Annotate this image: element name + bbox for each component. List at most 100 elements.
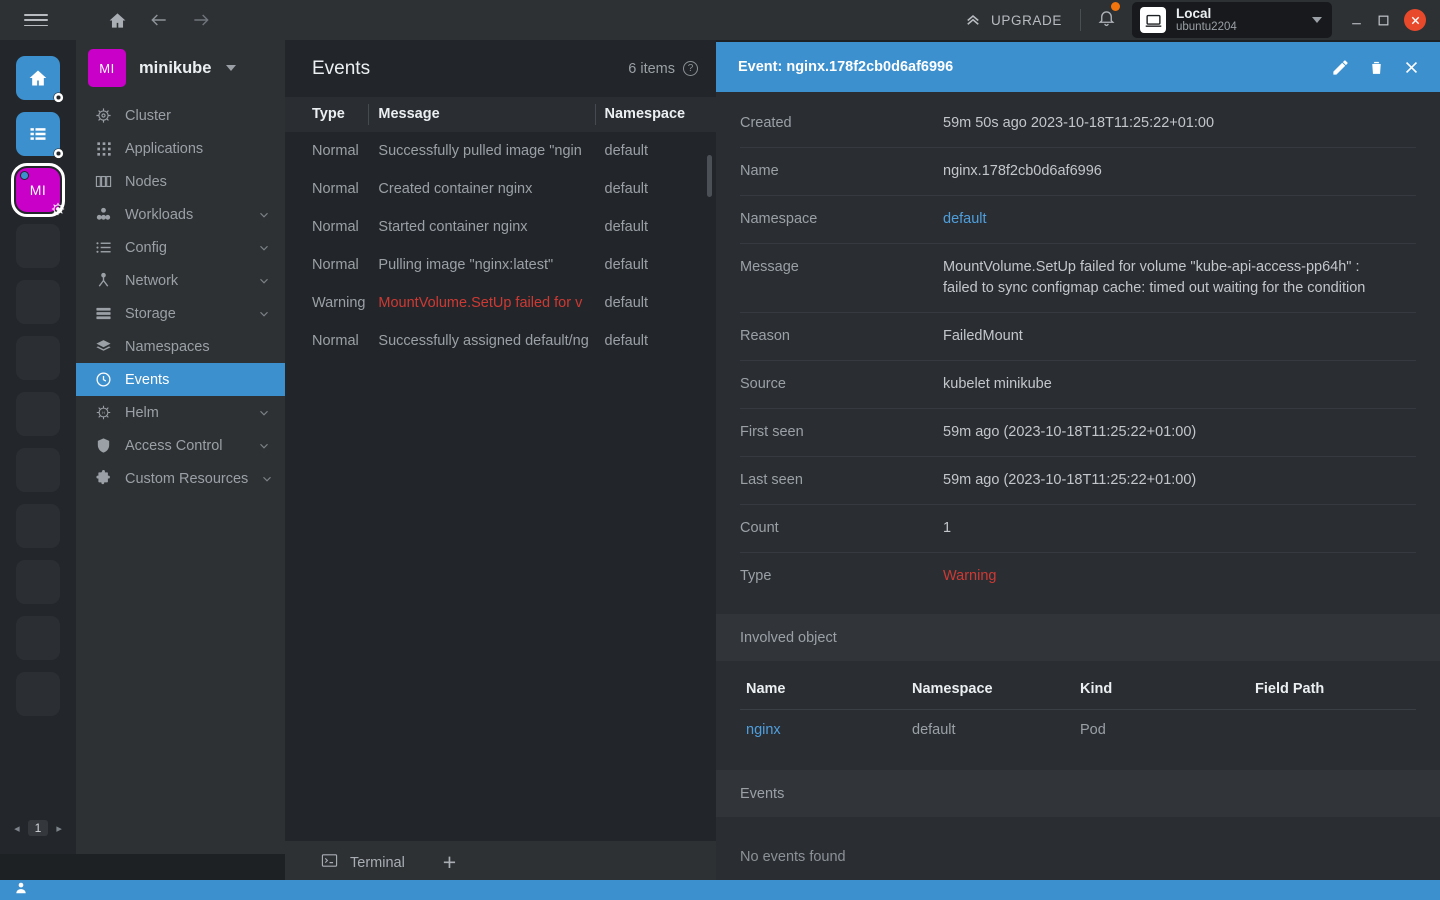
property-value-namespace-link[interactable]: default: [943, 209, 1015, 230]
property-value: MountVolume.SetUp failed for volume "kub…: [943, 259, 1366, 297]
property-key: Last seen: [740, 472, 803, 489]
active-cluster-selector[interactable]: Local ubuntu2204: [1132, 2, 1332, 38]
rail-item-minikube[interactable]: MI: [11, 163, 65, 217]
table-row[interactable]: Normal Pulling image "nginx:latest" defa…: [285, 246, 716, 284]
cluster-pill-subtitle: ubuntu2204: [1176, 21, 1237, 34]
minimize-icon[interactable]: [1350, 14, 1363, 27]
chevrons-up-icon: [964, 10, 982, 31]
cluster-sidebar: MI minikube Cluster Applications Nodes W…: [76, 40, 285, 854]
close-icon[interactable]: [1403, 59, 1420, 76]
sidebar-item-applications[interactable]: Applications: [76, 132, 285, 165]
notifications-button[interactable]: [1081, 2, 1132, 32]
sidebar-item-custom-resources[interactable]: Custom Resources: [76, 462, 285, 495]
rail-item-slot-4[interactable]: [16, 224, 60, 268]
home-icon[interactable]: [108, 11, 127, 30]
table-row[interactable]: Warning MountVolume.SetUp failed for v d…: [285, 284, 716, 322]
events-panel-header: Events 6 items ?: [285, 40, 716, 97]
sidebar-item-config[interactable]: Config: [76, 231, 285, 264]
layers-icon: [94, 338, 113, 355]
rail-item-slot-8[interactable]: [16, 448, 60, 492]
column-header-type[interactable]: Type: [285, 97, 378, 132]
table-row[interactable]: nginx default Pod: [740, 710, 1416, 749]
sidebar-item-workloads-label: Workloads: [125, 206, 194, 223]
table-row[interactable]: Normal Successfully pulled image "ngin d…: [285, 132, 716, 170]
cluster-avatar: MI: [88, 49, 126, 87]
events-table-scrollbar[interactable]: [707, 155, 712, 197]
rail-item-slot-11[interactable]: [16, 616, 60, 660]
rail-item-home[interactable]: [16, 56, 64, 103]
column-header-namespace[interactable]: Namespace: [594, 97, 716, 132]
sidebar-item-storage[interactable]: Storage: [76, 297, 285, 330]
rail-pagination: ◂ 1 ▸: [0, 820, 76, 836]
upgrade-button[interactable]: UPGRADE: [964, 10, 1080, 31]
status-badge: Warning: [943, 568, 997, 585]
rail-page-prev[interactable]: ◂: [14, 822, 20, 835]
sidebar-cluster-header[interactable]: MI minikube: [76, 40, 285, 99]
rail-page-number[interactable]: 1: [27, 820, 49, 836]
cell-message: Successfully pulled image "ngin: [378, 143, 582, 159]
chevron-down-icon[interactable]: [257, 241, 271, 255]
chevron-down-icon[interactable]: [257, 208, 271, 222]
chevron-down-icon[interactable]: [257, 307, 271, 321]
property-value: 1: [943, 520, 952, 537]
chevron-down-icon[interactable]: [226, 65, 237, 71]
maximize-icon[interactable]: [1377, 14, 1390, 27]
cell-field-path: [1255, 710, 1416, 749]
helm-wheel-icon: [94, 107, 113, 124]
drawer-header: Event: nginx.178f2cb0d6af6996: [716, 42, 1440, 92]
helm-icon: H: [94, 404, 113, 421]
hamburger-menu-icon[interactable]: [24, 11, 48, 29]
arrow-right-icon[interactable]: [191, 10, 211, 30]
arrow-left-icon[interactable]: [149, 10, 169, 30]
trash-icon[interactable]: [1368, 59, 1385, 76]
chevron-down-icon[interactable]: [257, 406, 271, 420]
rail-item-catalog[interactable]: [16, 112, 64, 159]
page-title: Events: [312, 57, 371, 79]
question-mark-icon[interactable]: ?: [683, 61, 698, 76]
cell-type: Normal: [312, 219, 359, 235]
cell-namespace: default: [912, 722, 956, 739]
table-row[interactable]: Normal Successfully assigned default/nɡ …: [285, 322, 716, 360]
sidebar-item-access-control[interactable]: Access Control: [76, 429, 285, 462]
close-icon[interactable]: [1404, 9, 1426, 31]
sidebar-item-helm[interactable]: H Helm: [76, 396, 285, 429]
rail-item-slot-7[interactable]: [16, 392, 60, 436]
cell-message: Successfully assigned default/nɡ: [378, 333, 589, 349]
sidebar-item-storage-label: Storage: [125, 305, 176, 322]
terminal-icon: [321, 852, 338, 873]
cell-type: Normal: [312, 257, 359, 273]
pencil-icon[interactable]: [1331, 58, 1350, 77]
chevron-down-icon[interactable]: [260, 472, 274, 486]
sidebar-item-nodes[interactable]: Nodes: [76, 165, 285, 198]
chevron-down-icon[interactable]: [1312, 17, 1322, 23]
sidebar-item-network[interactable]: Network: [76, 264, 285, 297]
cell-namespace: default: [604, 219, 649, 235]
table-row[interactable]: Normal Created container nginx default: [285, 170, 716, 208]
sidebar-item-cluster[interactable]: Cluster: [76, 99, 285, 132]
rail-item-slot-10[interactable]: [16, 560, 60, 604]
terminal-tab[interactable]: Terminal: [285, 841, 429, 885]
property-value: FailedMount: [943, 328, 1023, 345]
column-header-name: Name: [740, 671, 912, 711]
rail-page-next[interactable]: ▸: [56, 822, 62, 835]
sidebar-item-events[interactable]: Events: [76, 363, 285, 396]
user-icon[interactable]: [14, 881, 28, 900]
event-properties-list: Created 59m 50s ago 2023-10-18T11:25:22+…: [716, 92, 1440, 614]
property-reason: Reason FailedMount: [740, 313, 1416, 362]
upgrade-label: UPGRADE: [991, 12, 1062, 28]
chevron-down-icon[interactable]: [257, 439, 271, 453]
sidebar-item-namespaces[interactable]: Namespaces: [76, 330, 285, 363]
window-buttons: [1332, 9, 1440, 31]
rail-item-slot-6[interactable]: [16, 336, 60, 380]
table-row[interactable]: Normal Started container nginx default: [285, 208, 716, 246]
events-empty-message: No events found: [740, 849, 846, 866]
cell-name-link[interactable]: nginx: [740, 710, 912, 749]
rail-item-slot-12[interactable]: [16, 672, 60, 716]
sidebar-item-workloads[interactable]: Workloads: [76, 198, 285, 231]
rail-item-slot-5[interactable]: [16, 280, 60, 324]
chevron-down-icon[interactable]: [257, 274, 271, 288]
column-header-message[interactable]: Message: [368, 97, 604, 132]
rail-item-slot-9[interactable]: [16, 504, 60, 548]
add-terminal-button[interactable]: +: [429, 851, 470, 874]
window-titlebar: UPGRADE Local ubuntu2204: [0, 0, 1440, 40]
